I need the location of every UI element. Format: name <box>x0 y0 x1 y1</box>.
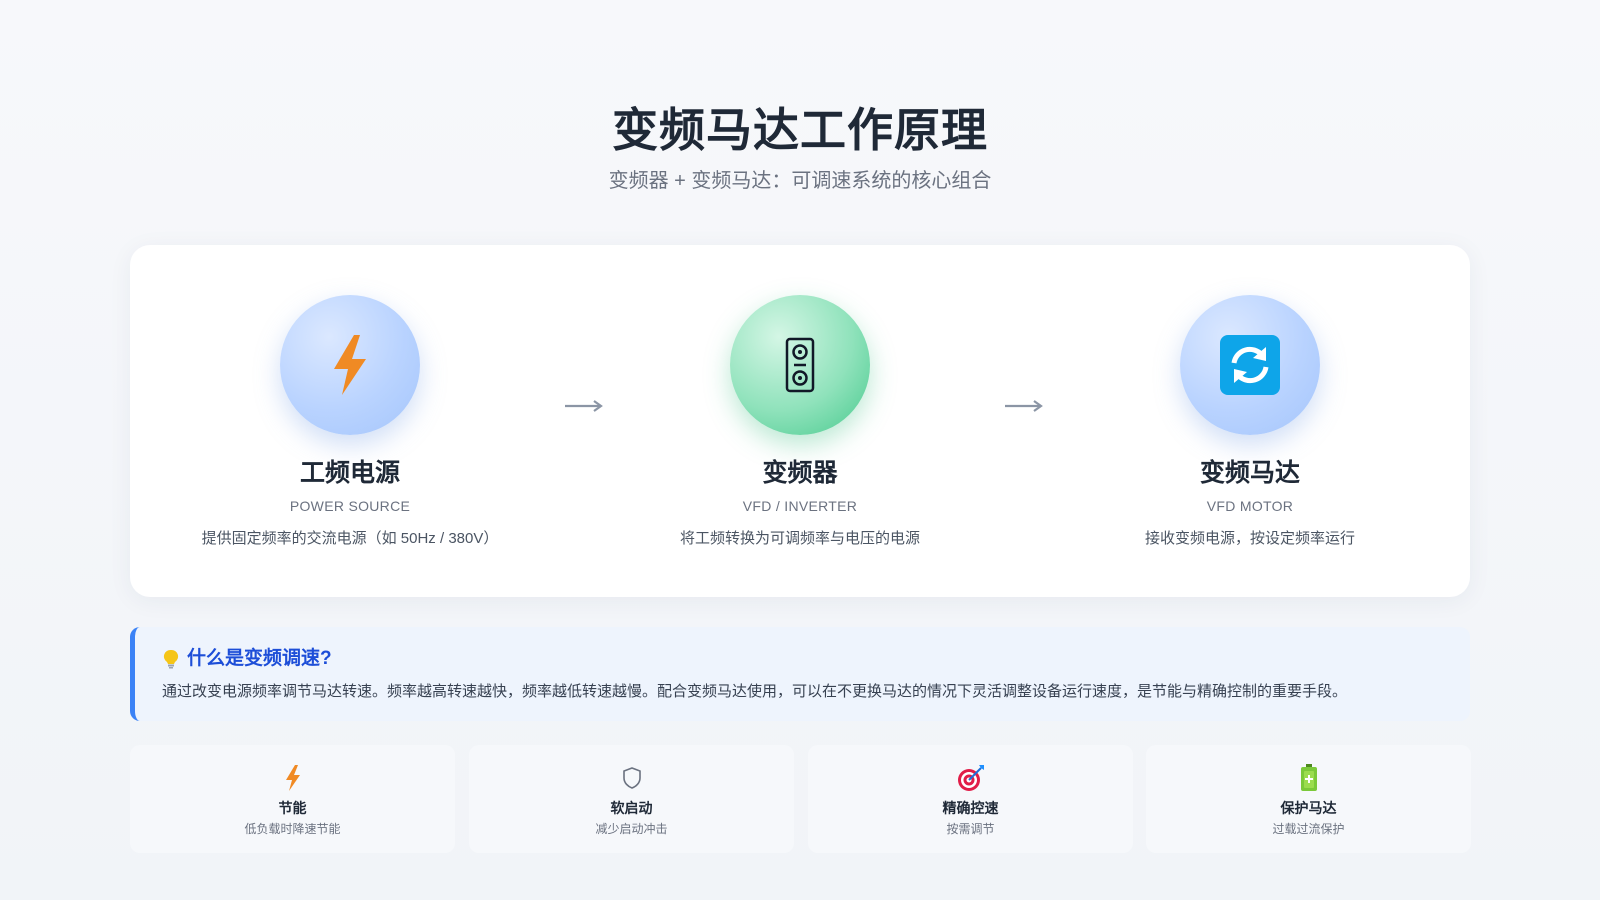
step-name: 变频器 <box>762 459 838 487</box>
note-text: 通过改变电源频率调节马达转速。频率越高转速越快，频率越低转速越慢。配合变频马达使… <box>162 683 1348 700</box>
control-knobs-icon <box>785 337 815 393</box>
page-title: 变频马达工作原理 <box>612 104 988 156</box>
step-inverter: 变频器 VFD / INVERTER 将工频转换为可调频率与电压的电源 <box>580 295 1020 549</box>
feature-card-precise-speed: 精确控速 按需调节 <box>808 745 1133 853</box>
note-title: 什么是变频调速? <box>163 647 332 671</box>
feature-name: 节能 <box>278 800 307 816</box>
shield-icon <box>622 767 641 789</box>
page-subtitle: 变频器 + 变频马达：可调速系统的核心组合 <box>608 170 992 192</box>
step-name: 变频马达 <box>1199 459 1300 487</box>
step-english-name: VFD MOTOR <box>1206 498 1294 514</box>
step-icon-circle <box>730 295 870 435</box>
step-icon-circle <box>1180 295 1320 435</box>
feature-description: 低负载时降速节能 <box>244 822 341 836</box>
feature-name: 精确控速 <box>942 800 999 816</box>
step-description: 接收变频电源，按设定频率运行 <box>1144 530 1355 547</box>
feature-description: 过载过流保护 <box>1272 822 1345 836</box>
step-vfd-motor: 变频马达 VFD MOTOR 接收变频电源，按设定频率运行 <box>1030 295 1470 549</box>
lightning-icon <box>285 765 300 791</box>
lightbulb-icon <box>163 649 179 669</box>
step-description: 将工频转换为可调频率与电压的电源 <box>679 530 920 547</box>
step-english-name: VFD / INVERTER <box>742 498 858 514</box>
feature-name: 软启动 <box>610 800 653 816</box>
note-title-text: 什么是变频调速? <box>187 648 332 669</box>
feature-description: 按需调节 <box>946 822 995 836</box>
step-english-name: POWER SOURCE <box>289 498 411 514</box>
header: 变频马达工作原理 变频器 + 变频马达：可调速系统的核心组合 <box>0 100 1600 194</box>
target-icon <box>957 765 984 791</box>
step-icon-circle <box>280 295 420 435</box>
feature-card-soft-start: 软启动 减少启动冲击 <box>469 745 794 853</box>
page: 变频马达工作原理 变频器 + 变频马达：可调速系统的核心组合 工频电源 POWE… <box>0 0 1600 900</box>
feature-description: 减少启动冲击 <box>595 822 668 836</box>
lightning-icon <box>334 335 366 395</box>
step-description: 提供固定频率的交流电源（如 50Hz / 380V） <box>201 530 499 547</box>
feature-card-energy-saving: 节能 低负载时降速节能 <box>130 745 455 853</box>
refresh-icon <box>1220 335 1280 395</box>
info-note: 什么是变频调速? 通过改变电源频率调节马达转速。频率越高转速越快，频率越低转速越… <box>130 627 1470 721</box>
flow-card: 工频电源 POWER SOURCE 提供固定频率的交流电源（如 50Hz / 3… <box>130 245 1470 597</box>
step-name: 工频电源 <box>299 459 400 487</box>
step-power-source: 工频电源 POWER SOURCE 提供固定频率的交流电源（如 50Hz / 3… <box>130 295 570 549</box>
feature-name: 保护马达 <box>1280 800 1337 816</box>
feature-card-motor-protection: 保护马达 过载过流保护 <box>1146 745 1471 853</box>
battery-icon <box>1300 764 1317 791</box>
